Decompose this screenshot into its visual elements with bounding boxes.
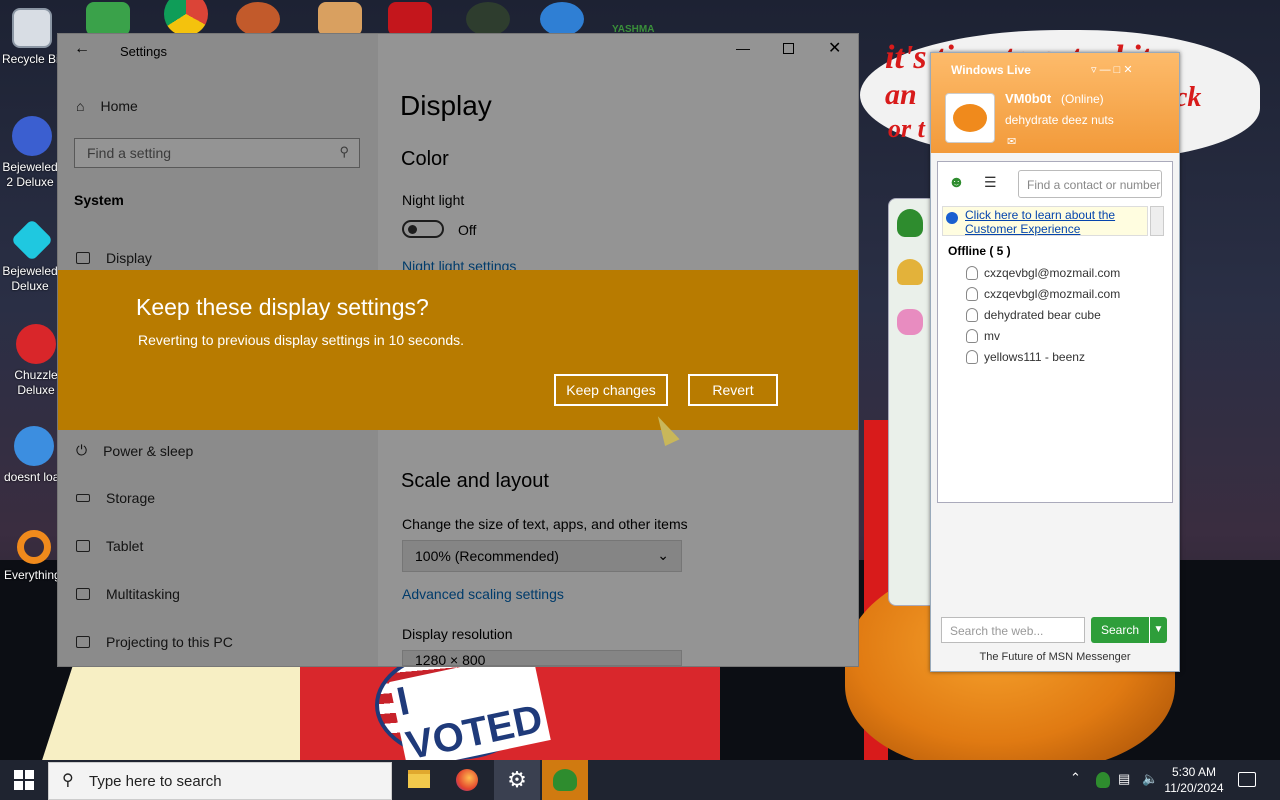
keep-changes-button[interactable]: Keep changes: [554, 374, 668, 406]
msn-brand: Windows Live: [951, 63, 1031, 77]
desktop-icon-recycle-bin[interactable]: Recycle Bin: [2, 8, 62, 67]
contact-row[interactable]: mv: [966, 329, 1000, 343]
person-icon: [966, 287, 978, 301]
i-voted-sticker: I VOTED: [375, 650, 551, 760]
thunderbird-top-icon[interactable]: [540, 2, 584, 36]
desktop-icon-label: Everything: [4, 568, 60, 582]
recycle-bin-icon: [12, 8, 52, 48]
show-hidden-icons-button[interactable]: ⌃: [1070, 770, 1081, 786]
msn-mail-icon[interactable]: ✉: [1007, 135, 1016, 148]
contact-row[interactable]: yellows111 - beenz: [966, 350, 1085, 364]
butterfly-tab-icon[interactable]: [897, 309, 923, 335]
search-options-button[interactable]: ▼: [1149, 617, 1167, 643]
contact-name: cxzqevbgl@mozmail.com: [984, 287, 1121, 301]
desktop-icon-bejeweled[interactable]: Bejeweled Deluxe: [2, 218, 62, 294]
contact-name: mv: [984, 329, 1000, 343]
bejeweled-icon: [10, 218, 54, 262]
msn-tray-icon[interactable]: [1096, 772, 1110, 788]
volume-icon[interactable]: 🔈: [1142, 771, 1158, 787]
desktop-icon-everything[interactable]: Everything: [4, 530, 64, 583]
bejeweled-2-icon: [12, 116, 52, 156]
msn-contact-pane: ☻ ☰ Find a contact or number Click here …: [937, 161, 1173, 503]
desktop-icon-bejeweled-2[interactable]: Bejeweled 2 Deluxe: [2, 116, 62, 190]
settings-gear-icon: ⚙: [507, 767, 527, 792]
desktop-icon-chuzzle[interactable]: Chuzzle Deluxe: [6, 324, 66, 398]
msn-personal-message[interactable]: dehydrate deez nuts: [1005, 113, 1114, 127]
network-icon[interactable]: ▤: [1118, 771, 1130, 787]
info-icon: [946, 212, 958, 224]
msn-window-controls[interactable]: ▿ — □ ✕: [1091, 63, 1133, 76]
list-view-icon[interactable]: ☰: [984, 174, 997, 191]
app-icon[interactable]: [318, 2, 362, 36]
web-search-button[interactable]: Search: [1091, 617, 1149, 643]
msn-username[interactable]: VM0b0t: [1005, 91, 1051, 106]
customer-experience-link[interactable]: Click here to learn about the Customer E…: [942, 206, 1148, 236]
dialog-title: Keep these display settings?: [136, 294, 429, 320]
contact-name: dehydrated bear cube: [984, 308, 1101, 322]
contact-name: yellows111 - beenz: [984, 350, 1085, 364]
offline-group-header[interactable]: Offline ( 5 ): [948, 244, 1011, 258]
taskbar-search-box[interactable]: Type here to search: [48, 762, 392, 800]
search-icon: ⚲: [62, 772, 74, 789]
add-contact-icon[interactable]: ☻: [948, 174, 965, 192]
desktop-icon-label: Chuzzle Deluxe: [14, 368, 58, 397]
desktop-icon-label: Recycle Bin: [2, 52, 58, 66]
msn-footer: The Future of MSN Messenger: [979, 651, 1131, 663]
revert-button[interactable]: Revert: [688, 374, 778, 406]
clock-time: 5:30 AM: [1171, 765, 1217, 779]
taskbar-search-placeholder: Type here to search: [89, 773, 222, 790]
contact-row[interactable]: cxzqevbgl@mozmail.com: [966, 287, 1120, 301]
desktop-icon-label: Bejeweled 2 Deluxe: [2, 160, 58, 189]
msn-header: Windows Live ▿ — □ ✕ VM0b0t (Online) deh…: [931, 53, 1179, 153]
desktop-icon-label: Bejeweled Deluxe: [2, 264, 58, 293]
keep-display-settings-dialog: Keep these display settings? Reverting t…: [58, 270, 858, 430]
person-icon: [966, 266, 978, 280]
chuzzle-icon: [16, 324, 56, 364]
game-icon[interactable]: [466, 2, 510, 36]
msn-messenger-icon: [553, 769, 577, 791]
info-scrollbar[interactable]: [1150, 206, 1164, 236]
flash-icon[interactable]: [388, 2, 432, 36]
taskbar-msn[interactable]: [542, 760, 588, 800]
desktop-icon-label: doesnt load: [4, 470, 60, 484]
file-explorer-icon: [408, 770, 430, 788]
browser-icon[interactable]: [236, 2, 280, 36]
start-button[interactable]: [14, 770, 34, 790]
wallpaper-text-3: or t: [888, 114, 925, 143]
taskbar-firefox[interactable]: [444, 760, 490, 800]
msn-messenger-window: Windows Live ▿ — □ ✕ VM0b0t (Online) deh…: [930, 52, 1180, 672]
avatar[interactable]: [945, 93, 995, 143]
msn-status[interactable]: (Online): [1061, 92, 1104, 106]
thunderbird-icon: [14, 426, 54, 466]
i-voted-text: I VOTED: [389, 651, 551, 760]
person-icon: [966, 329, 978, 343]
contacts-tab-icon[interactable]: [897, 209, 923, 237]
find-contact-input[interactable]: Find a contact or number: [1018, 170, 1162, 198]
contact-row[interactable]: dehydrated bear cube: [966, 308, 1101, 322]
bell-tab-icon[interactable]: [897, 259, 923, 285]
web-search-input[interactable]: Search the web...: [941, 617, 1085, 643]
contact-name: cxzqevbgl@mozmail.com: [984, 266, 1121, 280]
msn-side-tabs: [888, 198, 932, 606]
contact-row[interactable]: cxzqevbgl@mozmail.com: [966, 266, 1120, 280]
desktop-icon-doesnt-load[interactable]: doesnt load: [4, 426, 64, 485]
everything-icon: [17, 530, 51, 564]
taskbar-settings[interactable]: ⚙: [494, 760, 540, 800]
messenger-desktop-icon[interactable]: [86, 2, 130, 36]
taskbar-file-explorer[interactable]: [396, 760, 442, 800]
notification-center-icon[interactable]: [1238, 772, 1256, 787]
wallpaper-text-2: an: [885, 78, 917, 111]
clock-date: 11/20/2024: [1164, 781, 1224, 795]
person-icon: [966, 350, 978, 364]
firefox-icon: [456, 769, 478, 791]
clock[interactable]: 5:30 AM 11/20/2024: [1164, 764, 1224, 796]
person-icon: [966, 308, 978, 322]
dialog-message: Reverting to previous display settings i…: [138, 332, 465, 348]
